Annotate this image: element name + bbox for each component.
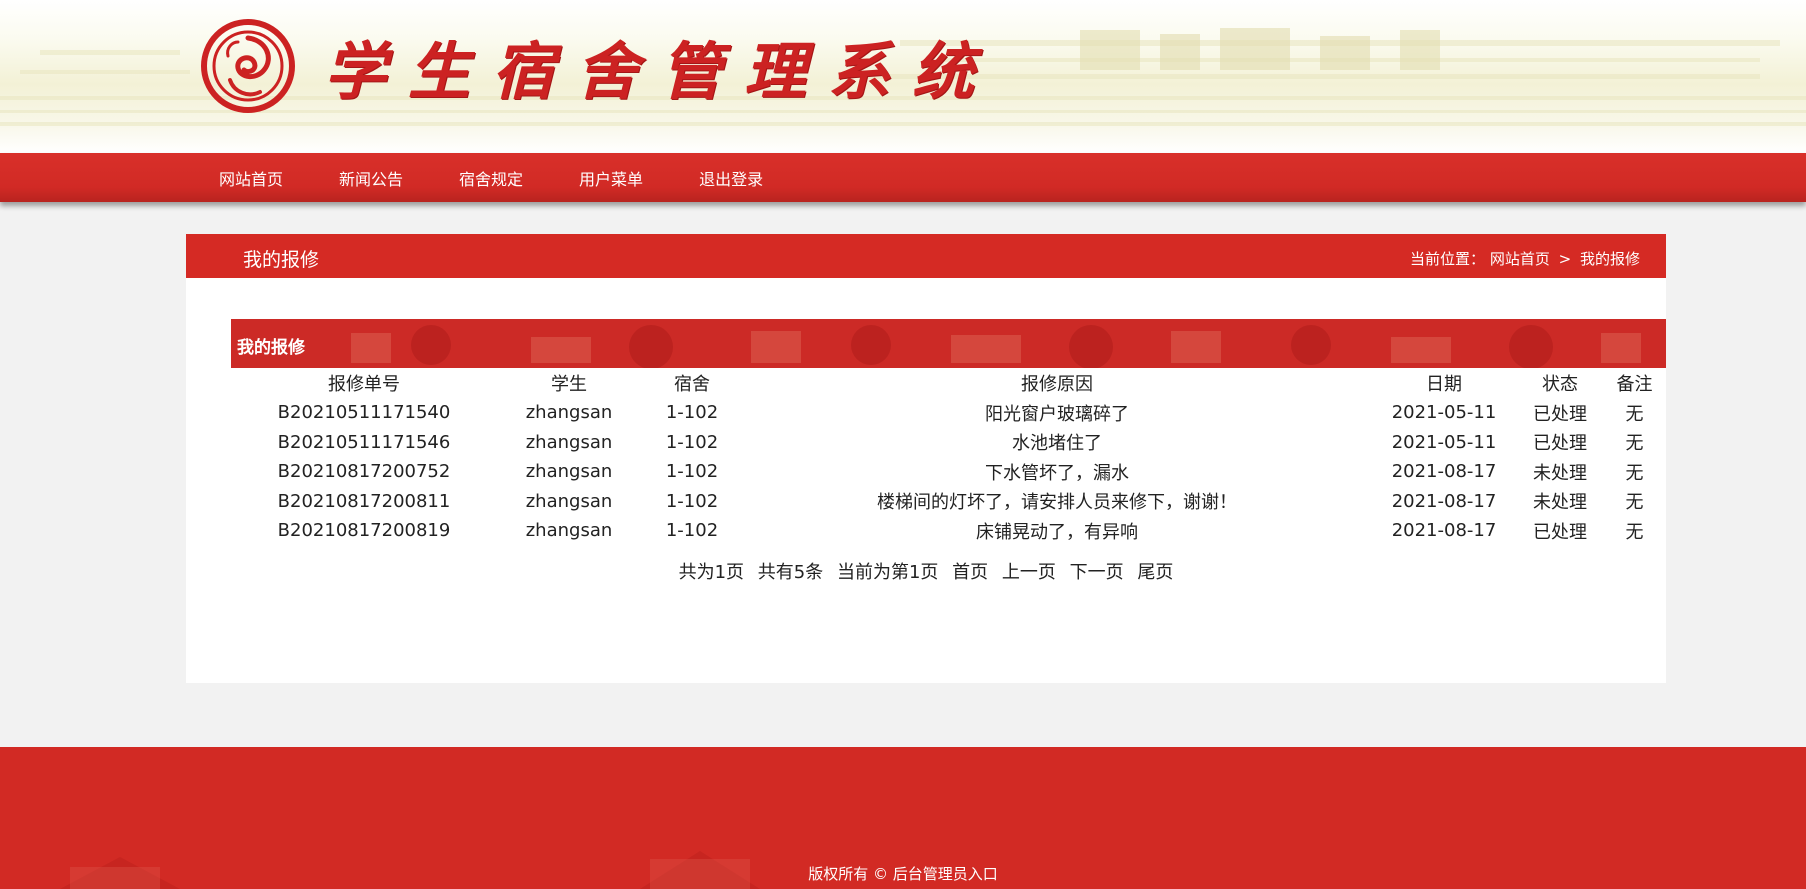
header-dorm: 宿舍: [674, 374, 710, 395]
cell-repair-id: B20210817200819: [277, 520, 451, 542]
nav-item-home[interactable]: 网站首页: [219, 166, 283, 190]
cell-dorm: 1-102: [665, 490, 719, 512]
cell-student: zhangsan: [525, 431, 613, 453]
header-student: 学生: [551, 374, 587, 395]
breadcrumb-current: 我的报修: [1579, 250, 1640, 268]
pager-total-items: 共有5条: [757, 562, 824, 583]
pager-total-pages: 共为1页: [678, 562, 745, 583]
cell-status: 未处理: [1533, 462, 1587, 484]
cell-reason: 下水管坏了，漏水: [985, 462, 1129, 484]
cell-repair-id: B20210817200811: [277, 490, 451, 512]
section-banner: 我的报修: [231, 319, 1666, 368]
header-reason: 报修原因: [1021, 374, 1093, 395]
table-row: B20210511171546 zhangsan 1-102 水池堵住了 202…: [231, 428, 1666, 458]
cell-status: 已处理: [1533, 403, 1587, 425]
pager-current-page: 当前为第1页: [836, 562, 939, 583]
header-status: 状态: [1542, 374, 1578, 395]
cell-repair-id: B20210511171546: [277, 431, 451, 453]
cell-student: zhangsan: [525, 520, 613, 542]
header-repair-id: 报修单号: [328, 374, 400, 395]
cell-date: 2021-05-11: [1391, 431, 1497, 453]
nav-item-news[interactable]: 新闻公告: [339, 166, 403, 190]
cell-reason: 楼梯间的灯坏了，请安排人员来修下，谢谢！: [877, 492, 1237, 514]
pager-prev-link[interactable]: 上一页: [1002, 562, 1056, 583]
table-row: B20210817200752 zhangsan 1-102 下水管坏了，漏水 …: [231, 457, 1666, 487]
breadcrumb-separator: >: [1558, 250, 1572, 268]
school-emblem-logo: [201, 19, 295, 113]
cell-reason: 床铺晃动了，有异响: [976, 521, 1138, 543]
nav-item-rules[interactable]: 宿舍规定: [459, 166, 523, 190]
pagination: 共为1页 共有5条 当前为第1页 首页 上一页 下一页 尾页: [186, 558, 1666, 584]
cell-reason: 水池堵住了: [1012, 433, 1102, 455]
repairs-table: 报修单号 学生 宿舍 报修原因 日期 状态 备注 B20210511171540…: [231, 368, 1666, 546]
cell-status: 已处理: [1533, 521, 1587, 543]
table-header-row: 报修单号 学生 宿舍 报修原因 日期 状态 备注: [231, 368, 1666, 398]
cell-note: 无: [1625, 521, 1644, 543]
site-title: 学生宿舍管理系统: [324, 35, 997, 108]
pager-next-link[interactable]: 下一页: [1070, 562, 1124, 583]
footer-copyright: 版权所有 © 后台管理员入口: [0, 863, 1806, 884]
cell-note: 无: [1625, 433, 1644, 455]
cell-student: zhangsan: [525, 461, 613, 483]
panel-header: 我的报修 当前位置： 网站首页 > 我的报修: [186, 234, 1666, 278]
breadcrumb-prefix: 当前位置：: [1410, 250, 1486, 268]
cell-date: 2021-08-17: [1391, 461, 1497, 483]
table-row: B20210817200819 zhangsan 1-102 床铺晃动了，有异响…: [231, 516, 1666, 546]
cell-student: zhangsan: [525, 490, 613, 512]
banner-pattern: [351, 325, 1641, 368]
site-header: 学生宿舍管理系统: [0, 0, 1806, 153]
pager-last-link[interactable]: 尾页: [1137, 562, 1173, 583]
cell-dorm: 1-102: [665, 402, 719, 424]
cell-dorm: 1-102: [665, 461, 719, 483]
repairs-table-wrap: 报修单号 学生 宿舍 报修原因 日期 状态 备注 B20210511171540…: [231, 368, 1666, 546]
cell-dorm: 1-102: [665, 431, 719, 453]
breadcrumb-home-link[interactable]: 网站首页: [1490, 250, 1550, 268]
header-date: 日期: [1426, 374, 1462, 395]
cell-date: 2021-08-17: [1391, 520, 1497, 542]
table-row: B20210817200811 zhangsan 1-102 楼梯间的灯坏了，请…: [231, 487, 1666, 517]
cell-status: 已处理: [1533, 433, 1587, 455]
section-label: 我的报修: [237, 338, 305, 358]
nav-item-user-menu[interactable]: 用户菜单: [579, 166, 643, 190]
cell-dorm: 1-102: [665, 520, 719, 542]
pager-first-link[interactable]: 首页: [952, 562, 988, 583]
panel-title: 我的报修: [243, 249, 320, 271]
site-footer: 版权所有 © 后台管理员入口: [0, 747, 1806, 889]
cell-note: 无: [1625, 462, 1644, 484]
cell-repair-id: B20210817200752: [277, 461, 451, 483]
logo-area: 学生宿舍管理系统: [200, 18, 996, 114]
table-row: B20210511171540 zhangsan 1-102 阳光窗户玻璃碎了 …: [231, 398, 1666, 428]
breadcrumb: 当前位置： 网站首页 > 我的报修: [1410, 248, 1640, 269]
cell-repair-id: B20210511171540: [277, 402, 451, 424]
cell-student: zhangsan: [525, 402, 613, 424]
cell-note: 无: [1625, 492, 1644, 514]
admin-entry-link[interactable]: 后台管理员入口: [893, 865, 998, 883]
content-panel: 我的报修 当前位置： 网站首页 > 我的报修 我的报修 报修单号 学生 宿舍 报…: [186, 234, 1666, 683]
cell-date: 2021-05-11: [1391, 402, 1497, 424]
copyright-text: 版权所有 ©: [808, 865, 888, 883]
cell-date: 2021-08-17: [1391, 490, 1497, 512]
cell-status: 未处理: [1533, 492, 1587, 514]
main-nav: 网站首页 新闻公告 宿舍规定 用户菜单 退出登录: [0, 153, 1806, 202]
nav-item-logout[interactable]: 退出登录: [699, 166, 763, 190]
cell-note: 无: [1625, 403, 1644, 425]
cell-reason: 阳光窗户玻璃碎了: [985, 403, 1129, 425]
header-note: 备注: [1616, 374, 1653, 395]
